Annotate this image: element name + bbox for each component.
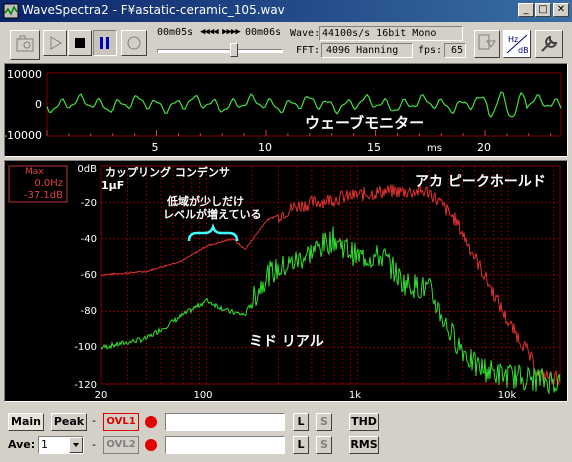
fft-field[interactable]: 4096 Hanning [321, 43, 413, 58]
seek-thumb[interactable] [230, 43, 238, 57]
ave-label: Ave: [8, 438, 36, 451]
max-level: -37.1dB [24, 190, 63, 201]
wave-monitor-panel: 10000 0 -10000 5 10 15 20 ms ウェーブモニター [3, 63, 568, 157]
fps-field: 65 [444, 43, 466, 58]
peak-hold-annotation: アカ ピークホールド [415, 174, 546, 190]
wave-format-field: 44100s/s 16bit Mono [319, 26, 463, 41]
window-title: WaveSpectra2 - F¥astatic-ceramic_105.wav [22, 3, 285, 17]
main-button[interactable]: Main [8, 413, 44, 431]
wave-y-label: 0 [35, 98, 42, 111]
waveform-line [46, 91, 562, 119]
ave-select[interactable]: 1 [38, 436, 84, 454]
panel-icon [478, 34, 496, 50]
spectrum-y-unit: 0dB [77, 164, 97, 175]
realtime-annotation: ミド リアル [249, 334, 324, 350]
time-start: 00m05s [157, 27, 194, 38]
maximize-button[interactable]: □ [535, 3, 551, 17]
ave-value: 1 [41, 438, 48, 451]
stop-icon [75, 38, 85, 48]
wave-monitor-plot: 10000 0 -10000 5 10 15 20 ms ウェーブモニター [3, 68, 562, 154]
dash-label-2: - [92, 438, 96, 451]
wave-y-label: 10000 [7, 68, 42, 81]
spectrum-y-label: -120 [74, 380, 97, 391]
open-file-button[interactable] [10, 30, 40, 60]
wave-x-label: 10 [258, 141, 272, 154]
max-title: Max [25, 167, 44, 177]
spectrum-panel: Max 0.0Hz -37.1dB 0dB -20 -40 -60 -80 -1… [4, 160, 568, 402]
s-button-2[interactable]: S [316, 436, 332, 454]
s-button-1[interactable]: S [316, 413, 332, 431]
spectrum-y-label: -80 [81, 306, 97, 317]
record-icon [127, 36, 141, 50]
seek-slider[interactable] [157, 43, 283, 57]
spectrum-x-label: 10k [498, 390, 517, 401]
play-icon [50, 36, 62, 50]
app-icon [3, 3, 19, 19]
wave-y-label: -10000 [5, 129, 42, 142]
tools-button[interactable] [535, 30, 563, 58]
record-indicator-2[interactable] [145, 439, 157, 451]
realtime-line [100, 226, 561, 396]
thd-button[interactable]: THD [349, 413, 379, 431]
spectrum-y-label: -60 [81, 270, 97, 281]
spectrum-y-label: -20 [81, 198, 97, 209]
ave-dropdown-button[interactable] [69, 437, 83, 453]
rms-button[interactable]: RMS [349, 436, 379, 454]
spectrum-x-label: 1k [349, 390, 361, 401]
svg-text:Hz: Hz [508, 35, 518, 44]
stop-button[interactable] [68, 30, 92, 56]
pause-button[interactable] [93, 30, 117, 56]
dash-label: - [92, 414, 96, 427]
title-bar: WaveSpectra2 - F¥astatic-ceramic_105.wav… [0, 0, 572, 22]
spectrum-y-label: -100 [74, 342, 97, 353]
spectrum-x-label: 100 [193, 390, 212, 401]
hz-db-icon: HzdB [506, 34, 529, 55]
wrench-icon [541, 35, 558, 52]
svg-text:dB: dB [518, 46, 529, 55]
l-button-2[interactable]: L [293, 436, 309, 454]
channel2-field[interactable] [165, 436, 285, 454]
open-file-icon [16, 35, 34, 52]
coupling-value: 1μF [101, 179, 124, 192]
lowband-annotation: 低域が少しだけ [166, 194, 244, 208]
wave-x-label: 15 [367, 141, 381, 154]
wave-x-label: 20 [477, 141, 491, 154]
wave-monitor-caption: ウェーブモニター [305, 114, 424, 132]
hz-db-button[interactable]: Hz dB [503, 30, 531, 58]
wave-x-label: 5 [152, 141, 159, 154]
play-button[interactable] [43, 30, 67, 56]
channel1-field[interactable] [165, 413, 285, 431]
l-button-1[interactable]: L [293, 413, 309, 431]
lowband-annotation-2: レベルが増えている [163, 207, 261, 221]
coupling-annotation: カップリング コンデンサ [105, 165, 230, 179]
spectrum-plot: Max 0.0Hz -37.1dB 0dB -20 -40 -60 -80 -1… [8, 164, 561, 401]
record-indicator-1[interactable] [145, 416, 157, 428]
pause-icon [100, 37, 109, 49]
seek-arrows[interactable]: ◀◀◀◀ ▶▶▶▶ [200, 27, 241, 37]
ovl2-indicator: OVL2 [103, 436, 139, 454]
spectrum-y-label: -40 [81, 234, 97, 245]
peak-button[interactable]: Peak [51, 413, 87, 431]
fft-label: FFT: [296, 45, 321, 56]
chevron-down-icon [73, 443, 79, 447]
minimize-button[interactable]: _ [518, 3, 534, 17]
spectrum-x-label: 20 [95, 390, 108, 401]
seek-track [157, 49, 283, 53]
wave-x-unit: ms [427, 143, 442, 154]
max-freq: 0.0Hz [34, 178, 63, 189]
record-button[interactable] [121, 30, 147, 56]
wave-label: Wave: [290, 28, 321, 39]
fps-label: fps: [418, 45, 443, 56]
close-button[interactable]: ✕ [553, 3, 569, 17]
settings-panel-button[interactable] [474, 30, 500, 58]
ovl1-indicator: OVL1 [103, 413, 139, 431]
time-end: 00m06s [245, 27, 282, 38]
